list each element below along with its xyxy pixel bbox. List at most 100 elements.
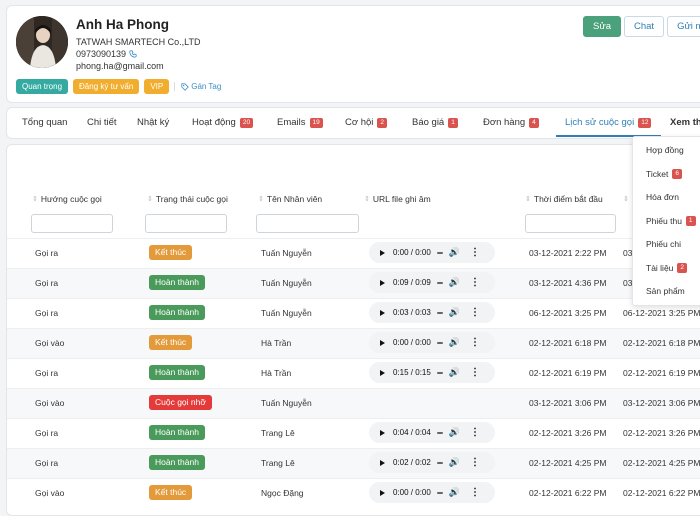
more-options-icon[interactable]: ⋮ <box>470 307 480 318</box>
filter-input[interactable] <box>145 214 227 233</box>
avatar-image <box>16 16 68 68</box>
audio-time: 0:09 / 0:09 <box>393 278 431 287</box>
email-address: phong.ha@gmail.com <box>76 61 164 71</box>
progress-bar[interactable] <box>436 491 443 494</box>
edit-button[interactable]: Sửa <box>583 16 621 37</box>
table-row: Gọi ra Kết thúc Tuấn Nguyễn 0:00 / 0:00 🔊 ⋮ 03… <box>7 238 700 268</box>
audio-player[interactable]: 0:00 / 0:00 🔊 ⋮ <box>369 332 495 353</box>
tab-emails[interactable]: Emails 19 <box>277 117 323 128</box>
filter-input[interactable] <box>31 214 113 233</box>
audio-player[interactable]: 0:15 / 0:15 🔊 ⋮ <box>369 362 495 383</box>
play-icon[interactable] <box>380 459 385 466</box>
progress-bar[interactable] <box>436 341 443 344</box>
send-mail-button[interactable]: Gửi mai <box>667 16 700 37</box>
tag-badge[interactable]: Quan trọng <box>16 79 69 94</box>
tab-opportunities[interactable]: Cơ hội 2 <box>345 117 388 128</box>
call-direction: Gọi vào <box>35 488 65 498</box>
more-options-icon[interactable]: ⋮ <box>470 247 480 258</box>
tab-details[interactable]: Chi tiết <box>87 117 117 128</box>
tab-activities[interactable]: Hoạt động 20 <box>192 117 254 128</box>
volume-icon[interactable]: 🔊 <box>449 337 460 348</box>
phone-number[interactable]: 0973090139 <box>76 49 137 59</box>
play-icon[interactable] <box>380 279 385 286</box>
dropdown-item-label: Hợp đồng <box>646 145 684 155</box>
start-time: 02-12-2021 6:18 PM <box>529 338 607 348</box>
column-label: Tên Nhân viên <box>266 194 323 204</box>
start-time: 03-12-2021 2:22 PM <box>529 248 607 258</box>
tab-log[interactable]: Nhật ký <box>137 117 169 128</box>
dropdown-item[interactable]: Tài liệu 2 <box>646 262 688 273</box>
table-row: Gọi ra Hoàn thành Trang Lê 0:02 / 0:02 🔊 ⋮ 02-… <box>7 448 700 478</box>
dropdown-item[interactable]: Ticket 6 <box>646 168 682 179</box>
tab-quotes[interactable]: Báo giá 1 <box>412 117 458 128</box>
tab-orders[interactable]: Đơn hàng 4 <box>483 117 539 128</box>
volume-icon[interactable]: 🔊 <box>449 427 460 438</box>
more-tabs-dropdown: Hợp đồng Ticket 6 Hóa đơn Phiếu thu 1 Phiếu ch… <box>632 136 700 306</box>
progress-bar[interactable] <box>436 431 443 434</box>
filter-input[interactable] <box>256 214 359 233</box>
avatar <box>16 16 68 68</box>
call-direction: Gọi vào <box>35 338 65 348</box>
volume-icon[interactable]: 🔊 <box>449 457 460 468</box>
dropdown-item[interactable]: Hợp đồng <box>646 145 684 155</box>
audio-time: 0:03 / 0:03 <box>393 308 431 317</box>
column-header[interactable]: ⇕ Hướng cuộc gọi <box>32 194 102 204</box>
table-row: Gọi vào Kết thúc Ngọc Đặng 0:00 / 0:00 🔊 ⋮ 02-… <box>7 478 700 508</box>
play-icon[interactable] <box>380 339 385 346</box>
play-icon[interactable] <box>380 489 385 496</box>
volume-icon[interactable]: 🔊 <box>449 247 460 258</box>
play-icon[interactable] <box>380 249 385 256</box>
tab-bar: Tổng quan Chi tiết Nhật ký Hoạt động 20 E… <box>6 107 700 139</box>
volume-icon[interactable]: 🔊 <box>449 307 460 318</box>
volume-icon[interactable]: 🔊 <box>449 487 460 498</box>
dropdown-item[interactable]: Sản phẩm <box>646 286 685 296</box>
progress-bar[interactable] <box>436 461 443 464</box>
chat-button[interactable]: Chat <box>623 16 665 37</box>
progress-bar[interactable] <box>436 311 443 314</box>
filter-input[interactable] <box>525 214 616 233</box>
volume-icon[interactable]: 🔊 <box>449 277 460 288</box>
tag-badge[interactable]: VIP <box>144 79 170 94</box>
more-options-icon[interactable]: ⋮ <box>470 337 480 348</box>
dropdown-item[interactable]: Hóa đơn <box>646 192 679 202</box>
more-options-icon[interactable]: ⋮ <box>470 487 480 498</box>
dropdown-item-label: Sản phẩm <box>646 286 685 296</box>
more-options-icon[interactable]: ⋮ <box>470 277 480 288</box>
dropdown-item[interactable]: Phiếu thu 1 <box>646 215 696 226</box>
status-badge: Hoàn thành <box>149 275 205 290</box>
more-options-icon[interactable]: ⋮ <box>470 427 480 438</box>
column-header[interactable]: ⇕ Trạng thái cuộc gọi <box>147 194 228 204</box>
tag-badge[interactable]: Đăng ký tư vấn <box>73 79 140 94</box>
tab-overview[interactable]: Tổng quan <box>22 117 67 128</box>
column-header[interactable]: ⇕ Thời điểm bắt đầu <box>525 194 603 204</box>
volume-icon[interactable]: 🔊 <box>449 367 460 378</box>
play-icon[interactable] <box>380 369 385 376</box>
audio-player[interactable]: 0:02 / 0:02 🔊 ⋮ <box>369 452 495 473</box>
audio-player[interactable]: 0:00 / 0:00 🔊 ⋮ <box>369 242 495 263</box>
call-direction: Gọi ra <box>35 368 59 378</box>
end-time: 03-12-2021 3:06 PM <box>623 398 700 408</box>
audio-player[interactable]: 0:03 / 0:03 🔊 ⋮ <box>369 302 495 323</box>
more-options-icon[interactable]: ⋮ <box>470 457 480 468</box>
sort-icon: ⇕ <box>364 196 370 203</box>
progress-bar[interactable] <box>436 251 443 254</box>
play-icon[interactable] <box>380 309 385 316</box>
progress-bar[interactable] <box>436 281 443 284</box>
tab-label: Cơ hội <box>345 117 374 128</box>
play-icon[interactable] <box>380 429 385 436</box>
employee-name: Tuấn Nguyễn <box>261 398 312 408</box>
more-options-icon[interactable]: ⋮ <box>470 367 480 378</box>
audio-player[interactable]: 0:04 / 0:04 🔊 ⋮ <box>369 422 495 443</box>
end-time: 02-12-2021 6:18 PM <box>623 338 700 348</box>
tag-icon <box>181 82 189 91</box>
tab-call-history[interactable]: Lịch sử cuộc gọi 12 <box>565 117 652 128</box>
dropdown-item[interactable]: Phiếu chi <box>646 239 681 249</box>
progress-bar[interactable] <box>436 371 443 374</box>
employee-name: Tuấn Nguyễn <box>261 278 312 288</box>
add-tag-link[interactable]: Gán Tag <box>174 82 221 91</box>
phone-icon[interactable] <box>129 50 137 58</box>
column-header[interactable]: ⇕ URL file ghi âm <box>364 194 431 204</box>
column-header[interactable]: ⇕ Tên Nhân viên <box>258 194 322 204</box>
tab-more[interactable]: Xem th <box>670 117 700 128</box>
audio-player[interactable]: 0:09 / 0:09 🔊 ⋮ <box>369 272 495 293</box>
